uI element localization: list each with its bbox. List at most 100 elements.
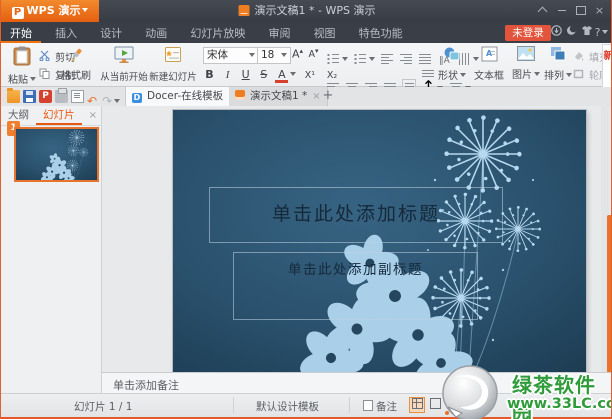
svg-text:A: A (486, 49, 493, 58)
numbered-list-button[interactable] (353, 51, 367, 65)
window-controls: × (533, 0, 609, 22)
font-color-caret-icon[interactable] (290, 72, 297, 79)
shapes-button[interactable]: 形状 (435, 46, 469, 83)
new-document-tab-button[interactable]: + (319, 87, 337, 106)
wps-menu-button[interactable]: P WPS 演示 (1, 0, 99, 22)
notes-toggle[interactable]: 备注 (363, 399, 397, 414)
textbox-label: 文本框 (474, 71, 504, 82)
quick-access-toolbar: P ↶ ↷ (7, 88, 121, 108)
tab-design[interactable]: 设计 (91, 23, 131, 44)
account-icon-strip: ? (549, 25, 609, 41)
status-separator (233, 397, 234, 413)
tab-view[interactable]: 视图 (305, 23, 345, 44)
bullet-list-button[interactable] (326, 51, 340, 65)
tab-home[interactable]: 开始 (1, 23, 41, 44)
docer-tab-label: Docer-在线模板 (147, 90, 224, 102)
increase-font-button[interactable]: A▴ (291, 47, 304, 61)
slides-tab[interactable]: 幻灯片 (36, 106, 82, 125)
status-bar: 幻灯片 1 / 1 默认设计模板 备注 (1, 393, 611, 417)
collapse-ribbon-button[interactable] (533, 0, 552, 22)
picture-button[interactable]: 图片 (511, 46, 541, 82)
wps-presentation-window: P WPS 演示 演示文稿1 * - WPS 演示 × 开始 插入 设计 动画 幻… (0, 0, 612, 419)
window-title-text: 演示文稿1 * - WPS 演示 (254, 4, 376, 17)
format-painter-label: 格式刷 (61, 71, 91, 82)
superscript-button[interactable]: X¹ (301, 68, 318, 83)
message-icon[interactable] (564, 25, 579, 39)
close-button[interactable]: × (590, 0, 609, 22)
slide-thumbnail[interactable] (14, 127, 99, 182)
minimize-button[interactable] (552, 0, 571, 22)
copy-icon (39, 68, 50, 79)
help-icon[interactable]: ? (594, 26, 609, 39)
quick-access-caret-icon[interactable] (114, 99, 121, 106)
docer-tab-icon: D (132, 93, 142, 103)
picture-label: 图片 (512, 70, 532, 81)
font-size-select[interactable]: 18 (257, 47, 291, 64)
sidebar-bottom-fill (1, 372, 102, 393)
decrease-font-button[interactable]: A▾ (307, 47, 320, 60)
title-placeholder[interactable]: 单击此处添加标题 (209, 187, 503, 243)
arrange-label: 排列 (544, 71, 564, 82)
line-spacing-button[interactable]: ↕ (421, 66, 435, 95)
font-name-select[interactable]: 宋体 (203, 47, 259, 64)
outline-icon (573, 69, 584, 79)
decrease-indent-button[interactable] (380, 51, 394, 65)
distribute-text-button[interactable] (418, 51, 432, 65)
italic-button[interactable]: I (221, 68, 234, 83)
slide-counter: 幻灯片 1 / 1 (74, 401, 133, 413)
presentation-tab-icon (235, 90, 245, 100)
update-icon[interactable] (549, 25, 564, 39)
play-from-current-label: 从当前开始 (100, 72, 148, 83)
right-edge-cutoff-panel: 新 (602, 44, 611, 88)
slide-thumbnail-art (16, 129, 97, 180)
doc-tab-presentation1[interactable]: 演示文稿1 * × (229, 87, 328, 106)
bold-button[interactable]: B (203, 67, 216, 82)
print-preview-icon[interactable] (71, 90, 84, 103)
slide-sorter-view-button[interactable] (427, 397, 443, 413)
notes-pane[interactable]: 单击添加备注 (102, 372, 611, 393)
save-icon[interactable] (23, 90, 36, 103)
notes-placeholder: 单击添加备注 (113, 379, 179, 392)
notes-icon (363, 400, 373, 411)
maximize-button[interactable] (571, 0, 590, 22)
pdf-export-icon[interactable]: P (39, 90, 52, 103)
tab-special-features[interactable]: 特色功能 (350, 23, 412, 44)
format-painter-label-row[interactable]: 格式刷 (61, 66, 91, 82)
skin-icon[interactable] (579, 25, 594, 39)
tab-animation[interactable]: 动画 (136, 23, 176, 44)
new-slide-icon (165, 47, 181, 62)
font-size-value: 18 (261, 49, 275, 61)
template-name[interactable]: 默认设计模板 (256, 399, 319, 414)
tab-review[interactable]: 审阅 (259, 23, 299, 44)
increase-indent-button[interactable] (399, 51, 413, 65)
format-painter-button[interactable] (69, 47, 83, 66)
login-button[interactable]: 未登录 (505, 25, 551, 41)
presentation-tab-label: 演示文稿1 * (250, 90, 308, 102)
window-title: 演示文稿1 * - WPS 演示 (238, 0, 376, 22)
subtitle-placeholder[interactable]: 单击此处添加副标题 (233, 252, 478, 320)
tab-slideshow[interactable]: 幻灯片放映 (181, 23, 254, 44)
underline-button[interactable]: U (239, 67, 252, 82)
wps-logo-label: WPS 演示 (26, 4, 81, 17)
strikethrough-button[interactable]: S (257, 67, 270, 82)
slides-panel-close-icon[interactable]: × (89, 106, 97, 125)
font-color-button[interactable]: A (275, 69, 289, 83)
normal-view-button[interactable] (409, 397, 425, 413)
arrange-button[interactable]: 排列 (543, 46, 573, 83)
wps-logo-icon: P (11, 7, 24, 19)
monitor-play-icon (114, 46, 134, 63)
ribbon-toolbar: 粘贴 剪切 复制 格式刷 从当前开始 新建幻灯片 宋体 18 A▴ A▾ B I… (1, 43, 611, 124)
print-icon[interactable] (55, 88, 68, 103)
slide-canvas[interactable]: 单击此处添加标题 单击此处添加副标题 (173, 110, 586, 372)
open-folder-icon[interactable] (7, 88, 20, 103)
picture-icon (517, 46, 535, 61)
paste-button[interactable]: 粘贴 (7, 46, 37, 87)
shapes-label: 形状 (438, 71, 458, 82)
font-name-value: 宋体 (207, 49, 228, 61)
brush-icon (71, 48, 82, 62)
tab-insert[interactable]: 插入 (46, 23, 86, 44)
clipboard-icon (13, 46, 31, 66)
doc-tab-docer[interactable]: DDocer-在线模板× (125, 87, 244, 106)
logo-caret-icon (82, 8, 89, 15)
font-format-row: B I U S A X¹ X₂ (203, 65, 341, 83)
